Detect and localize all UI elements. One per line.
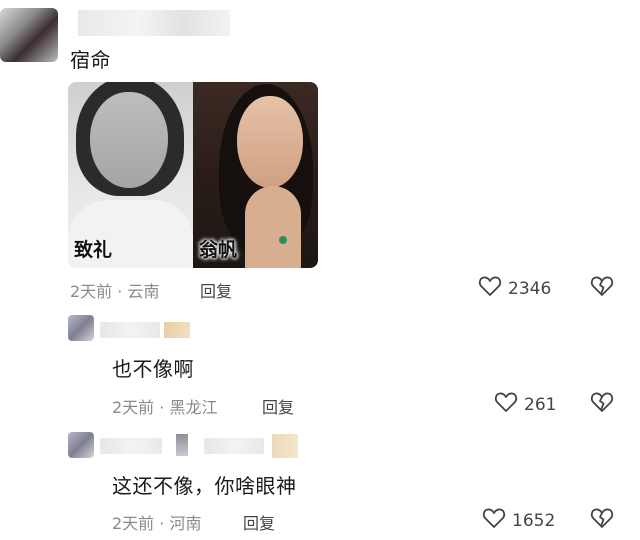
like-button[interactable]: 1652 <box>482 507 555 534</box>
username-blurred[interactable] <box>100 438 162 454</box>
username-blurred[interactable] <box>100 322 160 338</box>
heart-icon <box>478 275 502 302</box>
like-count: 2346 <box>508 278 552 299</box>
like-count: 261 <box>524 394 557 415</box>
user-badge-blurred <box>176 434 188 456</box>
reply-button[interactable]: 回复 <box>243 510 275 534</box>
dislike-button[interactable] <box>590 275 614 301</box>
username-blurred[interactable] <box>78 10 230 36</box>
comment-thread: 宿命 致礼 翁帆 2天前 · 云南 回复 2346 也不像啊 2天前 · 黑龙江 <box>0 0 640 540</box>
reply-button[interactable]: 回复 <box>200 278 232 302</box>
avatar[interactable] <box>68 432 94 458</box>
comment-meta: 2天前 · 黑龙江 <box>112 398 218 417</box>
broken-heart-icon <box>590 391 614 417</box>
comment-text: 也不像啊 <box>112 357 194 381</box>
comment-text: 宿命 <box>70 48 111 72</box>
like-button[interactable]: 261 <box>494 391 556 418</box>
photo-label: 致礼 <box>74 239 113 261</box>
like-button[interactable]: 2346 <box>478 275 551 302</box>
username-blurred <box>204 438 264 454</box>
avatar[interactable] <box>0 8 58 62</box>
like-count: 1652 <box>512 510 556 531</box>
broken-heart-icon <box>590 507 614 533</box>
comment-meta: 2天前 · 云南 <box>70 282 160 301</box>
reply-button[interactable]: 回复 <box>262 394 294 418</box>
heart-icon <box>494 391 518 418</box>
photo-right: 翁帆 <box>193 82 318 268</box>
comment-meta: 2天前 · 河南 <box>112 514 202 533</box>
user-badge-blurred <box>272 434 298 458</box>
photo-label: 翁帆 <box>199 239 238 261</box>
broken-heart-icon <box>590 275 614 301</box>
avatar[interactable] <box>68 315 94 341</box>
heart-icon <box>482 507 506 534</box>
user-badge-blurred <box>164 322 190 338</box>
comment-text: 这还不像，你啥眼神 <box>112 474 297 498</box>
dislike-button[interactable] <box>590 507 614 533</box>
photo-left: 致礼 <box>68 82 193 268</box>
comment-image[interactable]: 致礼 翁帆 <box>68 82 318 268</box>
dislike-button[interactable] <box>590 391 614 417</box>
